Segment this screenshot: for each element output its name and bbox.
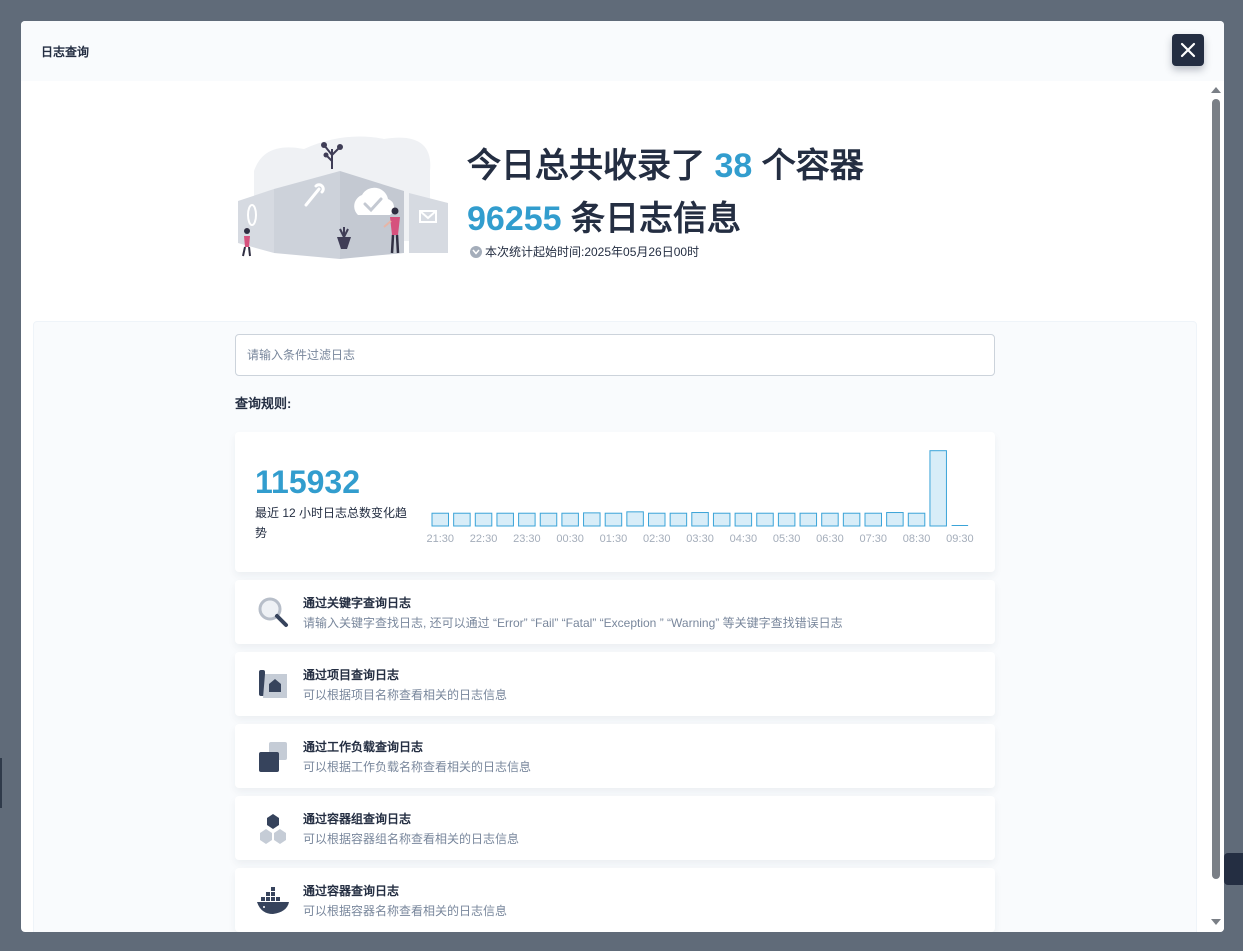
trend-tick-label: 05:30 [773, 533, 801, 545]
query-card-description: 可以根据工作负载名称查看相关的日志信息 [303, 760, 532, 774]
trend-bar[interactable] [431, 512, 449, 527]
trend-bar[interactable] [669, 512, 688, 527]
query-card-description: 可以根据项目名称查看相关的日志信息 [303, 688, 508, 702]
query-card-description: 可以根据容器名称查看相关的日志信息 [303, 904, 508, 918]
modal-header: 日志查询 [21, 21, 1224, 81]
log-trend-description: 最近 12 小时日志总数变化趋势 [255, 506, 408, 540]
log-summary: 96255 条日志信息 [467, 191, 741, 240]
trend-tick-label: 21:30 [426, 533, 454, 545]
trend-bar[interactable] [604, 512, 623, 527]
query-card-title: 通过关键字查询日志 [303, 596, 412, 610]
log-query-modal: 日志查询 今日总共收录了 38 个容器 96255 条日志信息 本次统计起始时间… [21, 21, 1224, 932]
container-count: 38 [714, 147, 753, 185]
query-card-title: 通过项目查询日志 [303, 668, 400, 682]
keyword-query-card[interactable]: 通过关键字查询日志请输入关键字查找日志, 还可以通过 “Error” “Fail… [235, 580, 995, 644]
query-card-title: 通过工作负载查询日志 [303, 740, 424, 754]
docker-icon [257, 887, 289, 914]
trend-bar[interactable] [496, 512, 514, 527]
workload-query-card[interactable]: 通过工作负载查询日志可以根据工作负载名称查看相关的日志信息 [235, 724, 995, 788]
trend-bar[interactable] [907, 512, 926, 527]
query-card-title: 通过容器查询日志 [303, 884, 400, 898]
chevron-down-icon [470, 245, 482, 258]
log-filter-input[interactable] [235, 334, 995, 376]
trend-tick-label: 03:30 [686, 533, 714, 545]
log-summary-suffix: 条日志信息 [561, 200, 741, 238]
trend-bar[interactable] [474, 512, 493, 527]
log-trend-chart: 21:30 22:30 23:30 00:30 01:30 02:30 03:30 04:30… [426, 450, 974, 545]
log-trend-card: 115932 最近 12 小时日志总数变化趋势 21:30 22:30 23:30 0… [235, 432, 995, 572]
trend-bar[interactable] [691, 512, 709, 527]
container-summary-prefix: 今日总共收录了 [467, 147, 715, 185]
trend-tick-label: 22:30 [470, 533, 498, 545]
trend-bar[interactable] [756, 512, 774, 527]
trend-bar[interactable] [539, 512, 558, 527]
modal-title: 日志查询 [41, 45, 90, 59]
stat-start-time-text: 本次统计起始时间:2025年05月26日00时 [485, 245, 700, 259]
pod-query-card[interactable]: 通过容器组查询日志可以根据容器组名称查看相关的日志信息 [235, 796, 995, 860]
close-icon [1180, 42, 1196, 58]
project-icon [259, 670, 287, 698]
trend-bar[interactable] [886, 512, 904, 527]
trend-bar[interactable] [864, 512, 882, 527]
data-illustration [238, 136, 448, 259]
trend-bar[interactable] [842, 512, 861, 527]
trend-bar[interactable] [712, 512, 731, 527]
modal-body: 今日总共收录了 38 个容器 96255 条日志信息 本次统计起始时间:2025… [21, 81, 1208, 932]
trend-tick-label: 23:30 [513, 533, 541, 545]
trend-tick-label: 06:30 [816, 533, 844, 545]
trend-tick-label: 00:30 [556, 533, 584, 545]
trend-bar[interactable] [453, 512, 471, 527]
trend-tick-label: 09:30 [946, 533, 974, 545]
container-summary-suffix: 个容器 [752, 147, 864, 185]
summary-hero: 今日总共收录了 38 个容器 96255 条日志信息 本次统计起始时间:2025… [21, 81, 1208, 321]
trend-tick-label: 08:30 [903, 533, 931, 545]
trend-tick-label: 02:30 [643, 533, 671, 545]
trend-bar[interactable] [734, 512, 753, 527]
trend-bar[interactable] [929, 450, 947, 527]
vertical-scrollbar[interactable] [1208, 81, 1224, 932]
pod-icon [260, 814, 286, 844]
stat-start-time: 本次统计起始时间:2025年05月26日00时 [470, 243, 699, 260]
log-total-count: 115932 [255, 464, 361, 500]
trend-bar[interactable] [583, 512, 601, 527]
trend-tick-label: 01:30 [600, 533, 628, 545]
magnifier-icon [258, 597, 288, 627]
container-summary: 今日总共收录了 38 个容器 [467, 138, 864, 187]
log-count: 96255 [467, 200, 562, 238]
trend-bar[interactable] [799, 512, 818, 527]
trend-bar[interactable] [821, 512, 839, 527]
trend-bar[interactable] [777, 512, 796, 527]
trend-tick-label: 07:30 [859, 533, 887, 545]
container-query-card[interactable]: 通过容器查询日志可以根据容器名称查看相关的日志信息 [235, 868, 995, 932]
side-toolbar-tab[interactable] [1224, 853, 1243, 885]
trend-bar[interactable] [518, 512, 536, 527]
query-card-description: 请输入关键字查找日志, 还可以通过 “Error” “Fail” “Fatal”… [303, 616, 843, 630]
scrollbar-thumb[interactable] [1212, 99, 1220, 879]
scroll-up-arrow-icon[interactable] [1211, 87, 1221, 93]
project-query-card[interactable]: 通过项目查询日志可以根据项目名称查看相关的日志信息 [235, 652, 995, 716]
trend-tick-label: 04:30 [730, 533, 758, 545]
scroll-down-arrow-icon[interactable] [1211, 919, 1221, 925]
query-card-title: 通过容器组查询日志 [303, 812, 412, 826]
trend-bar[interactable] [648, 512, 666, 527]
trend-bar[interactable] [626, 511, 644, 527]
background-sliver [0, 758, 2, 808]
trend-bar[interactable] [561, 512, 579, 527]
workload-icon [259, 742, 287, 772]
query-rules-label: 查询规则: [235, 396, 292, 411]
query-card-description: 可以根据容器组名称查看相关的日志信息 [303, 832, 520, 846]
query-panel: 查询规则: 115932 最近 12 小时日志总数变化趋势 21:30 22:30… [33, 321, 1197, 932]
close-button[interactable] [1172, 34, 1204, 66]
